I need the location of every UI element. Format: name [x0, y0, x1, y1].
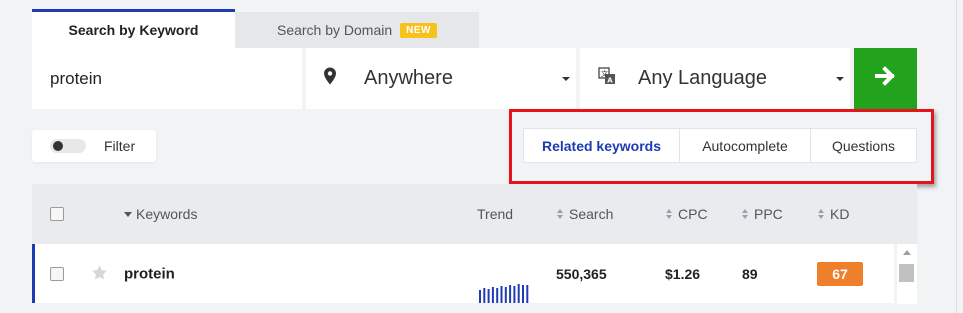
trend-bar [496, 288, 499, 303]
column-search[interactable]: Search [557, 206, 613, 222]
trend-bar [509, 285, 512, 303]
trend-bar [522, 285, 524, 303]
table-header: Keywords Trend Search CPC PPC KD [32, 184, 917, 244]
column-kd[interactable]: KD [818, 206, 849, 222]
language-select[interactable]: 文 A Any Language [580, 48, 850, 109]
tab-search-by-keyword[interactable]: Search by Keyword [32, 9, 235, 48]
translate-icon: 文 A [598, 66, 616, 91]
star-icon[interactable] [92, 265, 107, 282]
column-search-label: Search [569, 206, 614, 222]
keyword-input[interactable]: protein [32, 48, 302, 109]
location-select[interactable]: Anywhere [306, 48, 576, 109]
map-pin-icon [324, 67, 336, 90]
search-bar: protein Anywhere 文 A Any Language [32, 48, 917, 109]
language-select-value: Any Language [638, 67, 768, 89]
column-kd-label: KD [830, 206, 850, 222]
select-all-checkbox[interactable] [50, 207, 64, 221]
keyword-cell[interactable]: protein [124, 265, 175, 282]
tab-search-by-domain-label: Search by Domain [276, 22, 393, 38]
page-divider [956, 0, 957, 313]
checkbox-box [50, 266, 64, 281]
row-checkbox[interactable] [50, 266, 64, 281]
scrollbar-thumb[interactable] [899, 264, 914, 282]
column-keywords[interactable]: Keywords [124, 206, 197, 222]
trend-bar [491, 287, 494, 303]
highlight-annotation-box [509, 109, 934, 184]
ppc-cell: 89 [742, 265, 758, 282]
sort-icon [742, 209, 748, 219]
column-ppc[interactable]: PPC [742, 206, 783, 222]
scroll-up-icon[interactable] [903, 250, 911, 255]
search-submit-button[interactable] [854, 48, 917, 109]
trend-bar [487, 289, 490, 303]
new-badge: NEW [400, 22, 437, 38]
arrow-right-icon [874, 66, 897, 91]
cpc-cell: $1.26 [665, 265, 701, 282]
chevron-down-icon [562, 76, 570, 81]
trend-bar [504, 287, 507, 303]
filter-label: Filter [104, 138, 136, 154]
tab-search-by-domain[interactable]: Search by Domain NEW [235, 12, 479, 48]
column-keywords-label: Keywords [136, 206, 198, 222]
checkbox-box [50, 207, 64, 221]
column-trend: Trend [477, 206, 513, 222]
filter-toggle[interactable]: Filter [32, 130, 156, 162]
sort-desc-icon [124, 211, 132, 217]
trend-sparkline [479, 284, 529, 303]
kd-cell: 67 [817, 261, 863, 286]
trend-bar [526, 285, 529, 303]
table-row[interactable]: protein 550,365 $1.26 89 67 [32, 244, 894, 303]
trend-bar [517, 284, 520, 303]
trend-bar [500, 286, 503, 303]
location-select-value: Anywhere [364, 67, 453, 89]
sort-icon [666, 209, 672, 219]
sort-icon [557, 209, 563, 219]
column-cpc[interactable]: CPC [666, 206, 708, 222]
column-cpc-label: CPC [678, 206, 708, 222]
keyword-input-value: protein [50, 68, 102, 88]
svg-text:A: A [607, 76, 613, 84]
search-volume-cell: 550,365 [556, 265, 607, 282]
toggle-switch[interactable] [50, 139, 86, 153]
sort-icon [818, 209, 824, 219]
column-trend-label: Trend [477, 206, 514, 222]
trend-bar [513, 286, 516, 303]
column-ppc-label: PPC [754, 206, 783, 222]
scrollbar[interactable] [897, 244, 917, 304]
chevron-down-icon [836, 76, 844, 81]
kd-badge: 67 [817, 261, 863, 286]
toggle-knob [53, 141, 63, 151]
trend-bar [483, 288, 486, 303]
tab-search-by-keyword-label: Search by Keyword [68, 22, 199, 38]
trend-bar [479, 290, 481, 303]
